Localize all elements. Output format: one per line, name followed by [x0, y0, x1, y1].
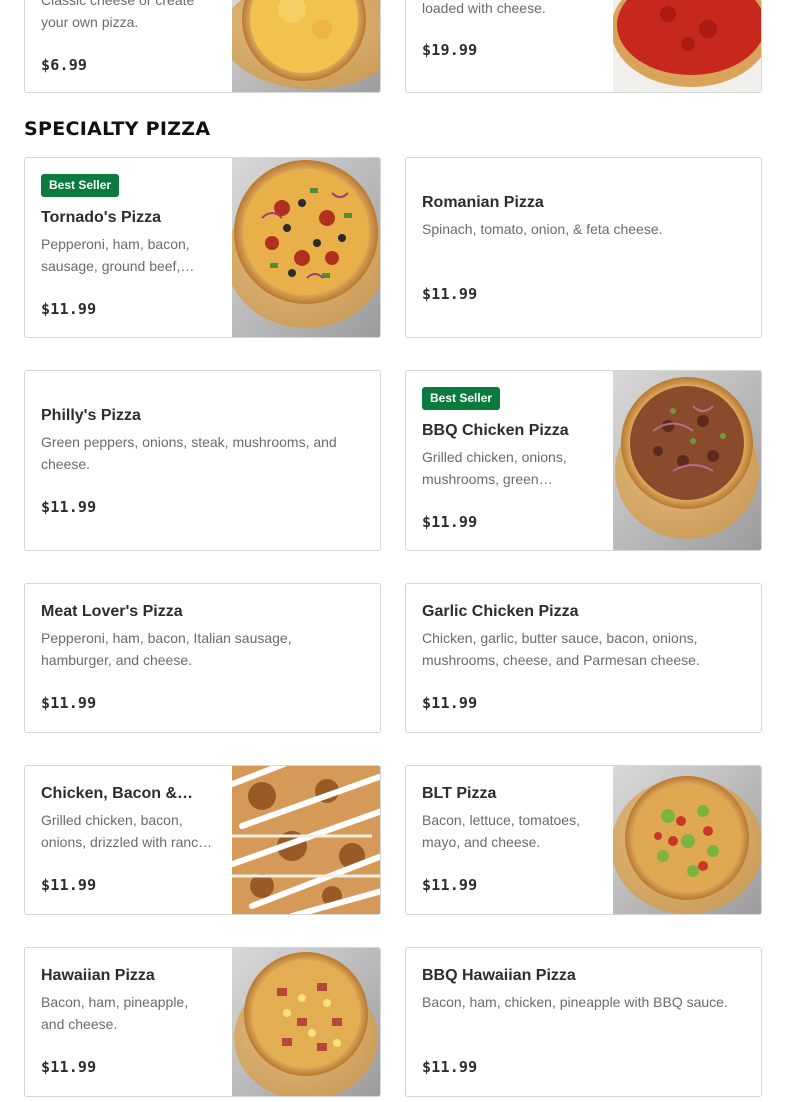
item-description: Grilled chicken, onions, mushrooms, gree…	[422, 449, 567, 487]
item-description: Bacon, lettuce, tomatoes, mayo, and chee…	[422, 812, 580, 850]
item-description: Grilled chicken, bacon, onions, drizzled…	[41, 812, 213, 850]
item-price: $11.99	[422, 513, 478, 531]
item-price: $11.99	[41, 876, 97, 894]
menu-item-card[interactable]: Best Seller BBQ Chicken Pizza Grilled ch…	[405, 370, 762, 551]
item-description: Bacon, ham, pineapple, and cheese.	[41, 994, 189, 1032]
item-name: Chicken, Bacon &…	[41, 785, 194, 802]
item-name: BLT Pizza	[422, 785, 497, 802]
menu-item-card[interactable]: Romanian Pizza Spinach, tomato, onion, &…	[405, 157, 762, 338]
item-name: Tornado's Pizza	[41, 209, 161, 226]
item-description: Bacon, ham, chicken, pineapple with BBQ …	[422, 994, 728, 1010]
menu-item-card[interactable]: Best Seller Tornado's Pizza Pepperoni, h…	[24, 157, 381, 338]
item-price: $11.99	[422, 694, 478, 712]
menu-item-card[interactable]: Hawaiian Pizza Bacon, ham, pineapple, an…	[24, 947, 381, 1097]
menu-item-card[interactable]: BBQ Hawaiian Pizza Bacon, ham, chicken, …	[405, 947, 762, 1097]
menu-item-card[interactable]: Meat Lover's Pizza Pepperoni, ham, bacon…	[24, 583, 381, 733]
item-price: $19.99	[422, 41, 478, 59]
item-name: Romanian Pizza	[422, 194, 544, 211]
section-title: SPECIALTY PIZZA	[24, 118, 211, 140]
menu-item-card[interactable]: BLT Pizza Bacon, lettuce, tomatoes, mayo…	[405, 765, 762, 915]
item-price: $11.99	[41, 694, 97, 712]
item-description: Chicken, garlic, butter sauce, bacon, on…	[422, 630, 700, 668]
item-image	[613, 766, 761, 914]
item-description: Pepperoni, ham, bacon, Italian sausage, …	[41, 630, 292, 668]
menu-item-card[interactable]: Philly's Pizza Green peppers, onions, st…	[24, 370, 381, 551]
item-name: Philly's Pizza	[41, 407, 141, 424]
best-seller-badge: Best Seller	[422, 387, 501, 410]
item-description: Spinach, tomato, onion, & feta cheese.	[422, 221, 663, 237]
item-description: Pepperoni, ham, bacon, sausage, ground b…	[41, 236, 195, 274]
item-image	[232, 948, 380, 1096]
menu-item-card[interactable]: Classic cheese or create your own pizza.…	[24, 0, 381, 93]
item-name: Meat Lover's Pizza	[41, 603, 183, 620]
item-image	[232, 766, 380, 914]
item-description: loaded with cheese.	[422, 0, 546, 16]
item-price: $11.99	[422, 1058, 478, 1076]
item-price: $11.99	[422, 285, 478, 303]
item-name: Hawaiian Pizza	[41, 967, 155, 984]
item-price: $11.99	[41, 498, 97, 516]
item-image	[613, 0, 761, 92]
best-seller-badge: Best Seller	[41, 174, 120, 197]
menu-item-card[interactable]: Garlic Chicken Pizza Chicken, garlic, bu…	[405, 583, 762, 733]
item-image	[232, 0, 380, 92]
item-name: BBQ Hawaiian Pizza	[422, 967, 576, 984]
item-image	[232, 158, 380, 337]
menu-item-card[interactable]: loaded with cheese. $19.99	[405, 0, 762, 93]
item-description: Classic cheese or create your own pizza.	[41, 0, 195, 30]
item-image	[613, 371, 761, 550]
item-name: BBQ Chicken Pizza	[422, 422, 569, 439]
item-description: Green peppers, onions, steak, mushrooms,…	[41, 434, 337, 472]
item-price: $11.99	[41, 1058, 97, 1076]
item-price: $6.99	[41, 56, 88, 74]
item-price: $11.99	[422, 876, 478, 894]
item-price: $11.99	[41, 300, 97, 318]
menu-item-card[interactable]: Chicken, Bacon &… Grilled chicken, bacon…	[24, 765, 381, 915]
item-name: Garlic Chicken Pizza	[422, 603, 579, 620]
